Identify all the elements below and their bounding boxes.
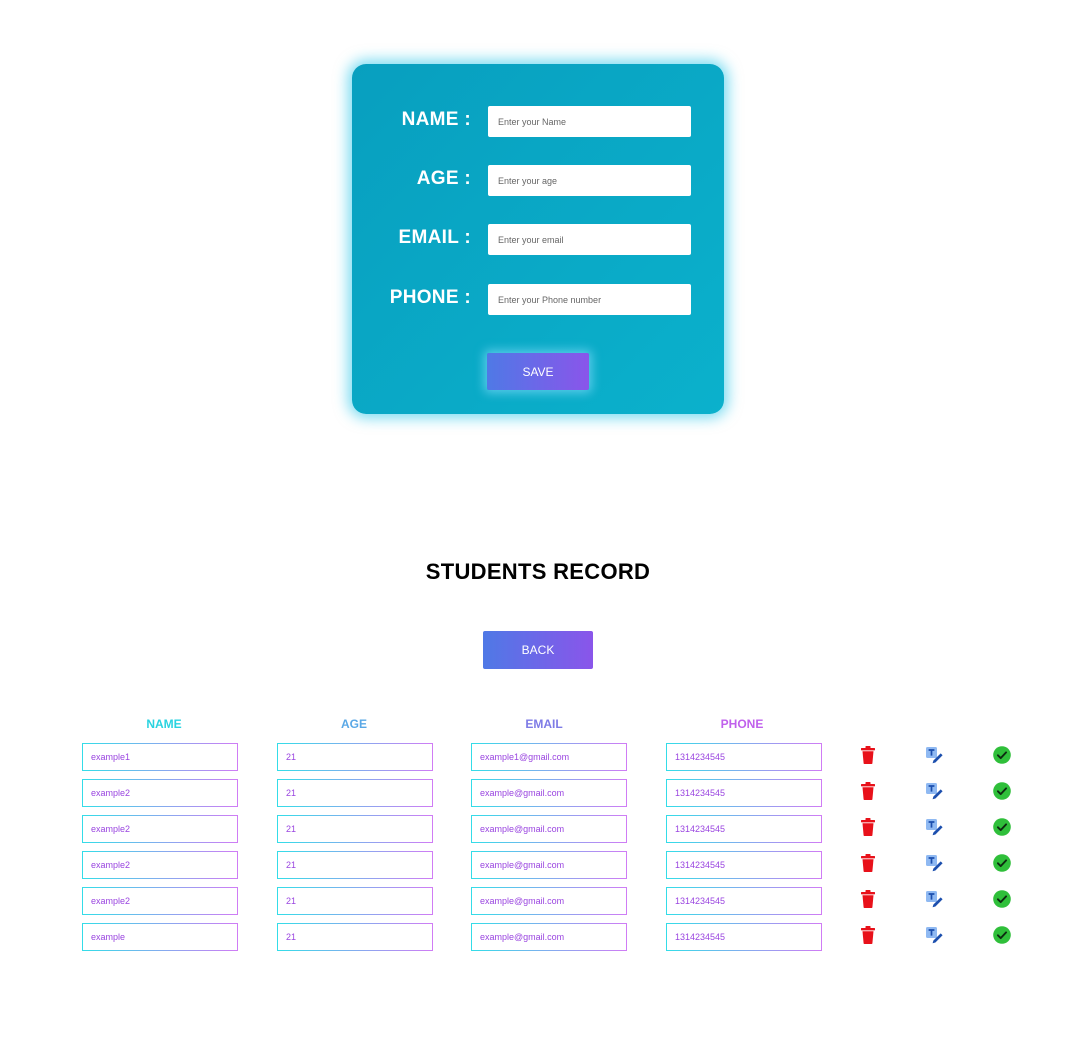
row-name-field[interactable]: example2 bbox=[82, 851, 238, 879]
row-email-field[interactable]: example1@gmail.com bbox=[471, 743, 627, 771]
name-label: NAME : bbox=[401, 109, 471, 130]
row-age-field[interactable]: 21 bbox=[277, 815, 433, 843]
check-circle-icon bbox=[992, 817, 1012, 837]
edit-button[interactable] bbox=[924, 925, 944, 945]
page: NAME : AGE : EMAIL : PHONE : SAVE STUDEN… bbox=[0, 0, 1076, 1038]
row-phone-field[interactable]: 1314234545 bbox=[666, 779, 822, 807]
check-circle-icon bbox=[992, 853, 1012, 873]
delete-button[interactable] bbox=[858, 853, 878, 873]
row-age-field[interactable]: 21 bbox=[277, 923, 433, 951]
column-header-age: AGE bbox=[340, 717, 367, 731]
row-email-field[interactable]: example@gmail.com bbox=[471, 887, 627, 915]
check-circle-icon bbox=[992, 889, 1012, 909]
delete-button[interactable] bbox=[858, 781, 878, 801]
table-row: example2 21 example@gmail.com 1314234545 bbox=[0, 851, 1076, 879]
confirm-button[interactable] bbox=[992, 853, 1012, 873]
trash-icon bbox=[858, 781, 878, 801]
row-phone-field[interactable]: 1314234545 bbox=[666, 743, 822, 771]
row-name-field[interactable]: example2 bbox=[82, 779, 238, 807]
edit-button[interactable] bbox=[924, 745, 944, 765]
records-title: STUDENTS RECORD bbox=[425, 559, 651, 584]
confirm-button[interactable] bbox=[992, 781, 1012, 801]
trash-icon bbox=[858, 745, 878, 765]
row-email-field[interactable]: example@gmail.com bbox=[471, 779, 627, 807]
table-row: example1 21 example1@gmail.com 1314234545 bbox=[0, 743, 1076, 771]
row-name-field[interactable]: example2 bbox=[82, 887, 238, 915]
row-name-field[interactable]: example bbox=[82, 923, 238, 951]
edit-icon bbox=[924, 853, 944, 873]
table-row: example2 21 example@gmail.com 1314234545 bbox=[0, 815, 1076, 843]
name-row: NAME : bbox=[352, 106, 724, 137]
row-email-field[interactable]: example@gmail.com bbox=[471, 815, 627, 843]
check-circle-icon bbox=[992, 745, 1012, 765]
table-row: example2 21 example@gmail.com 1314234545 bbox=[0, 887, 1076, 915]
check-circle-icon bbox=[992, 925, 1012, 945]
age-row: AGE : bbox=[352, 165, 724, 196]
table-row: example 21 example@gmail.com 1314234545 bbox=[0, 923, 1076, 951]
name-input[interactable] bbox=[488, 106, 691, 137]
row-email-field[interactable]: example@gmail.com bbox=[471, 923, 627, 951]
edit-icon bbox=[924, 781, 944, 801]
phone-row: PHONE : bbox=[352, 284, 724, 315]
row-phone-field[interactable]: 1314234545 bbox=[666, 815, 822, 843]
row-phone-field[interactable]: 1314234545 bbox=[666, 923, 822, 951]
save-button[interactable]: SAVE bbox=[487, 353, 589, 390]
age-label: AGE : bbox=[416, 168, 471, 189]
check-circle-icon bbox=[992, 781, 1012, 801]
row-name-field[interactable]: example2 bbox=[82, 815, 238, 843]
edit-icon bbox=[924, 889, 944, 909]
row-phone-field[interactable]: 1314234545 bbox=[666, 851, 822, 879]
edit-icon bbox=[924, 925, 944, 945]
student-form: NAME : AGE : EMAIL : PHONE : SAVE bbox=[352, 64, 724, 414]
row-age-field[interactable]: 21 bbox=[277, 779, 433, 807]
trash-icon bbox=[858, 817, 878, 837]
email-input[interactable] bbox=[488, 224, 691, 255]
row-name-field[interactable]: example1 bbox=[82, 743, 238, 771]
row-age-field[interactable]: 21 bbox=[277, 851, 433, 879]
edit-icon bbox=[924, 745, 944, 765]
back-button[interactable]: BACK bbox=[483, 631, 593, 669]
edit-button[interactable] bbox=[924, 817, 944, 837]
edit-button[interactable] bbox=[924, 889, 944, 909]
email-row: EMAIL : bbox=[352, 224, 724, 255]
edit-button[interactable] bbox=[924, 853, 944, 873]
delete-button[interactable] bbox=[858, 889, 878, 909]
phone-label: PHONE : bbox=[389, 287, 471, 308]
column-header-phone: PHONE bbox=[720, 717, 764, 731]
row-age-field[interactable]: 21 bbox=[277, 887, 433, 915]
row-phone-field[interactable]: 1314234545 bbox=[666, 887, 822, 915]
confirm-button[interactable] bbox=[992, 925, 1012, 945]
age-input[interactable] bbox=[488, 165, 691, 196]
trash-icon bbox=[858, 853, 878, 873]
column-header-email: EMAIL bbox=[525, 717, 563, 731]
confirm-button[interactable] bbox=[992, 889, 1012, 909]
edit-icon bbox=[924, 817, 944, 837]
phone-input[interactable] bbox=[488, 284, 691, 315]
delete-button[interactable] bbox=[858, 925, 878, 945]
row-email-field[interactable]: example@gmail.com bbox=[471, 851, 627, 879]
email-label: EMAIL : bbox=[398, 227, 471, 248]
table-row: example2 21 example@gmail.com 1314234545 bbox=[0, 779, 1076, 807]
trash-icon bbox=[858, 889, 878, 909]
trash-icon bbox=[858, 925, 878, 945]
delete-button[interactable] bbox=[858, 745, 878, 765]
confirm-button[interactable] bbox=[992, 817, 1012, 837]
delete-button[interactable] bbox=[858, 817, 878, 837]
confirm-button[interactable] bbox=[992, 745, 1012, 765]
edit-button[interactable] bbox=[924, 781, 944, 801]
column-header-name: NAME bbox=[146, 717, 182, 731]
row-age-field[interactable]: 21 bbox=[277, 743, 433, 771]
